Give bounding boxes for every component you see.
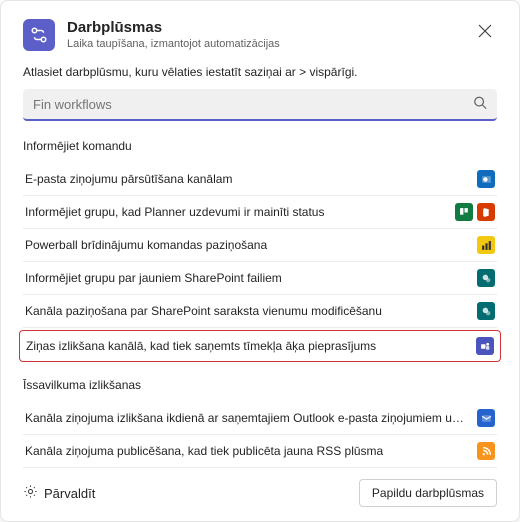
planner-icon [455,203,473,221]
sharepoint-icon [477,302,495,320]
workflow-label: E-pasta ziņojumu pārsūtīšana kanālam [25,172,477,186]
dialog-title: Darbplūsmas [67,19,461,37]
powerbi-icon [477,236,495,254]
close-button[interactable] [473,19,497,43]
teams-icon [476,337,494,355]
workflow-item[interactable]: Kanāla paziņošana par SharePoint sarakst… [23,295,497,328]
outlook-icon [477,170,495,188]
office-icon [477,203,495,221]
search-icon [473,96,487,115]
workflows-dialog: Darbplūsmas Laika taupīšana, izmantojot … [0,0,520,522]
workflow-item[interactable]: Powerball brīdinājumu komandas paziņošan… [23,229,497,262]
dialog-subtitle: Laika taupīšana, izmantojot automatizāci… [67,37,461,51]
dialog-header: Darbplūsmas Laika taupīšana, izmantojot … [23,19,497,51]
workflow-label: Kanāla ziņojuma izlikšana ikdienā ar saņ… [25,411,477,425]
workflow-label: Ziņas izlikšana kanālā, kad tiek saņemts… [26,339,476,353]
workflow-item-highlighted[interactable]: Ziņas izlikšana kanālā, kad tiek saņemts… [19,330,501,362]
workflow-item[interactable]: E-pasta ziņojumu pārsūtīšana kanālam [23,163,497,196]
rss-icon [477,442,495,460]
header-text: Darbplūsmas Laika taupīšana, izmantojot … [67,19,461,51]
workflow-item[interactable]: Informējiet grupu, kad Planner uzdevumi … [23,196,497,229]
manage-label: Pārvaldīt [44,486,95,501]
workflow-label: Kanāla ziņojuma publicēšana, kad tiek pu… [25,444,477,458]
outlook-square-icon [477,409,495,427]
search-box [23,89,497,121]
workflow-label: Informējiet grupu, kad Planner uzdevumi … [25,205,455,219]
workflow-list-notify: E-pasta ziņojumu pārsūtīšana kanālam Inf… [23,163,497,362]
workflow-item[interactable]: Kanāla ziņojuma izlikšana ikdienā ar saņ… [23,402,497,435]
instruction-text: Atlasiet darbplūsmu, kuru vēlaties iesta… [23,65,497,79]
manage-link[interactable]: Pārvaldīt [23,484,95,502]
gear-icon [23,484,38,502]
workflow-label: Kanāla paziņošana par SharePoint sarakst… [25,304,477,318]
workflow-label: Informējiet grupu par jauniem SharePoint… [25,271,477,285]
workflow-list-summary: Kanāla ziņojuma izlikšana ikdienā ar saņ… [23,402,497,468]
section-title-summary: Īssavilkuma izlikšanas [23,378,497,392]
workflow-item[interactable]: Informējiet grupu par jauniem SharePoint… [23,262,497,295]
workflows-icon [23,19,55,51]
search-input[interactable] [23,89,497,121]
sharepoint-icon [477,269,495,287]
dialog-footer: Pārvaldīt Papildu darbplūsmas [23,479,497,507]
workflow-item[interactable]: Kanāla ziņojuma publicēšana, kad tiek pu… [23,435,497,468]
section-title-notify: Informējiet komandu [23,139,497,153]
more-workflows-button[interactable]: Papildu darbplūsmas [359,479,497,507]
workflow-label: Powerball brīdinājumu komandas paziņošan… [25,238,477,252]
